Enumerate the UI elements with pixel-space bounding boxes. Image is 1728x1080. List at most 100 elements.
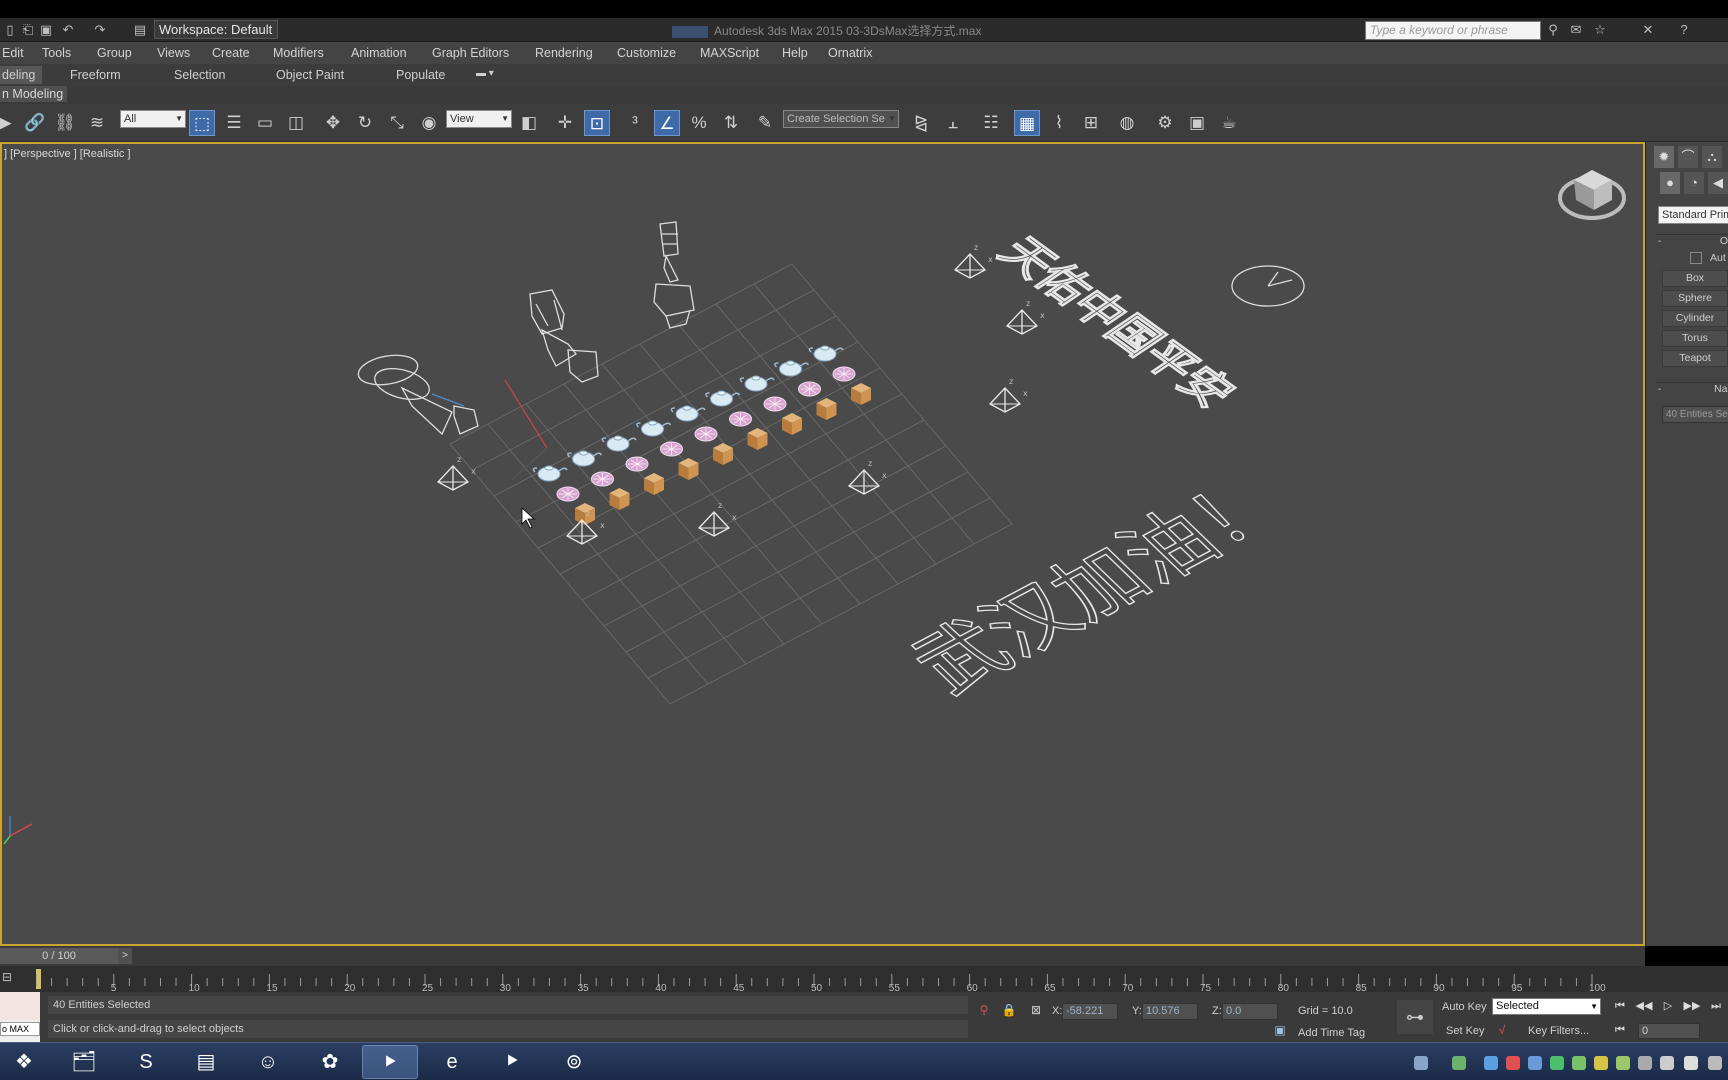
camera-3[interactable]: [989, 376, 1029, 413]
key-filters-button[interactable]: Key Filters...: [1528, 1025, 1589, 1037]
tray-app-3-icon[interactable]: [1528, 1056, 1542, 1070]
reference-coordinate-dropdown[interactable]: View: [446, 110, 512, 128]
box-object[interactable]: [644, 473, 664, 495]
x-coordinate[interactable]: -58.221: [1062, 1003, 1118, 1020]
move-icon[interactable]: ✥: [320, 110, 346, 136]
baidu-app-icon[interactable]: ✿: [302, 1045, 358, 1079]
chat-app-icon[interactable]: ☺: [240, 1045, 296, 1079]
sphere-object[interactable]: [729, 411, 752, 427]
curve-editor-mini-icon[interactable]: ⊟: [2, 970, 12, 984]
create-tab-icon[interactable]: ✹: [1654, 146, 1674, 168]
favorites-icon[interactable]: ☆: [1592, 22, 1608, 38]
teapot-button[interactable]: Teapot: [1662, 350, 1728, 367]
pivot-center-icon[interactable]: ◧: [516, 110, 542, 136]
search-input[interactable]: Type a keyword or phrase: [1365, 21, 1541, 40]
rectangular-selection-icon[interactable]: ▭: [252, 110, 278, 136]
go-to-end-icon[interactable]: ⏭: [1706, 998, 1726, 1014]
play-icon[interactable]: ▶: [0, 110, 18, 136]
sphere-object[interactable]: [556, 486, 580, 502]
tray-display-icon[interactable]: [1660, 1056, 1674, 1070]
box-object[interactable]: [713, 443, 733, 465]
teapot-object[interactable]: [532, 465, 568, 482]
tray-app-7-icon[interactable]: [1616, 1056, 1630, 1070]
shapes-icon[interactable]: ◔: [1684, 172, 1704, 194]
tray-network-icon[interactable]: [1414, 1056, 1428, 1070]
box-object[interactable]: [816, 398, 837, 420]
maxscript-listener[interactable]: o MAX: [0, 992, 40, 1042]
3dsmax-app-icon[interactable]: ⯈: [362, 1045, 418, 1079]
redo-icon[interactable]: ↷: [92, 22, 108, 38]
camera-rig-left[interactable]: [356, 351, 479, 436]
auto-key-button[interactable]: Auto Key: [1442, 1001, 1487, 1013]
x-icon[interactable]: ✕: [1640, 22, 1656, 38]
text-3d-top[interactable]: 天佑中国平安: [987, 229, 1247, 416]
camera-5[interactable]: [848, 458, 888, 495]
tray-app-6-icon[interactable]: [1594, 1056, 1608, 1070]
link-icon[interactable]: 🔗: [22, 110, 48, 136]
geometry-icon[interactable]: ●: [1660, 172, 1680, 194]
sphere-object[interactable]: [660, 441, 683, 457]
maxscript-mini-field[interactable]: o MAX: [0, 1022, 40, 1036]
previous-frame-icon[interactable]: ◀◀: [1634, 998, 1654, 1014]
browser-app-icon[interactable]: e: [424, 1045, 480, 1079]
scale-icon[interactable]: ⤡: [384, 110, 410, 136]
layer-manager-icon[interactable]: ☷: [978, 110, 1004, 136]
ribbon-options-icon[interactable]: ▬ ▾: [476, 68, 494, 79]
spinner-snap-icon[interactable]: ⇅: [718, 110, 744, 136]
binoculars-icon[interactable]: ⚲: [1545, 22, 1561, 38]
sphere-object[interactable]: [763, 396, 787, 412]
next-key-icon[interactable]: ▶▶: [1682, 998, 1702, 1014]
next-frame-button[interactable]: >: [118, 948, 132, 964]
snaps-toggle-icon[interactable]: ³: [622, 110, 648, 136]
time-slider[interactable]: 0 / 100: [0, 948, 118, 964]
start-button-icon[interactable]: ❖: [0, 1045, 48, 1079]
menu-maxscript[interactable]: MAXScript: [700, 46, 759, 60]
new-file-icon[interactable]: ▯: [2, 22, 18, 38]
key-mode-icon[interactable]: ⏮: [1610, 1022, 1630, 1038]
object-type-rollout[interactable]: -Obje: [1656, 234, 1728, 248]
keyboard-shortcut-icon[interactable]: ⊡: [584, 110, 610, 136]
material-editor-icon[interactable]: ◍: [1114, 110, 1140, 136]
add-time-tag[interactable]: Add Time Tag: [1298, 1027, 1365, 1039]
menu-group[interactable]: Group: [97, 46, 132, 60]
select-object-icon[interactable]: ⬚: [189, 110, 215, 136]
teapot-object[interactable]: [601, 435, 637, 452]
camera-1[interactable]: [954, 242, 994, 279]
isolate-icon[interactable]: ⚲: [976, 1002, 992, 1018]
tray-battery-icon[interactable]: [1452, 1056, 1466, 1070]
menu-animation[interactable]: Animation: [351, 46, 407, 60]
track-bar[interactable]: ⊟ 5 10 15 20 25 30 35 40 45 50 55 60 65 70 75 80 85 90 95 1…: [0, 966, 1728, 992]
select-manipulate-icon[interactable]: ✛: [552, 110, 578, 136]
help-icon[interactable]: ?: [1676, 22, 1692, 38]
sphere-object[interactable]: [625, 456, 649, 472]
open-file-icon[interactable]: ⎗: [20, 22, 36, 38]
menu-help[interactable]: Help: [782, 46, 808, 60]
lights-icon[interactable]: ◀: [1708, 172, 1728, 194]
lock-icon[interactable]: 🔒: [1001, 1002, 1017, 1018]
polygon-modeling-label[interactable]: n Modeling: [0, 86, 68, 102]
rotate-icon[interactable]: ↻: [352, 110, 378, 136]
tray-volume-icon[interactable]: [1684, 1056, 1698, 1070]
modify-tab-icon[interactable]: ⌒: [1678, 146, 1698, 168]
menu-graph-editors[interactable]: Graph Editors: [432, 46, 509, 60]
tab-populate[interactable]: Populate: [396, 68, 445, 82]
sphere-object[interactable]: [694, 426, 718, 442]
sphere-button[interactable]: Sphere: [1662, 290, 1728, 307]
box-object[interactable]: [782, 413, 802, 435]
tab-object-paint[interactable]: Object Paint: [276, 68, 344, 82]
menu-tools[interactable]: Tools: [42, 46, 71, 60]
save-icon[interactable]: ▣: [38, 22, 54, 38]
menu-create[interactable]: Create: [212, 46, 250, 60]
graphite-toggle-icon[interactable]: ▦: [1014, 110, 1040, 136]
current-frame-input[interactable]: 0: [1638, 1023, 1700, 1039]
placement-icon[interactable]: ◉: [416, 110, 442, 136]
tray-app-5-icon[interactable]: [1572, 1056, 1586, 1070]
teapot-object[interactable]: [774, 360, 810, 377]
sphere-object[interactable]: [591, 471, 614, 487]
workspace-dropdown[interactable]: Workspace: Default: [154, 20, 278, 39]
camera-6[interactable]: [566, 508, 606, 545]
tab-modeling[interactable]: deling: [0, 66, 42, 84]
teapot-object[interactable]: [705, 390, 741, 407]
maxscript-pink-field[interactable]: [0, 992, 40, 1020]
object-name-field[interactable]: 40 Entities Se: [1662, 406, 1728, 423]
